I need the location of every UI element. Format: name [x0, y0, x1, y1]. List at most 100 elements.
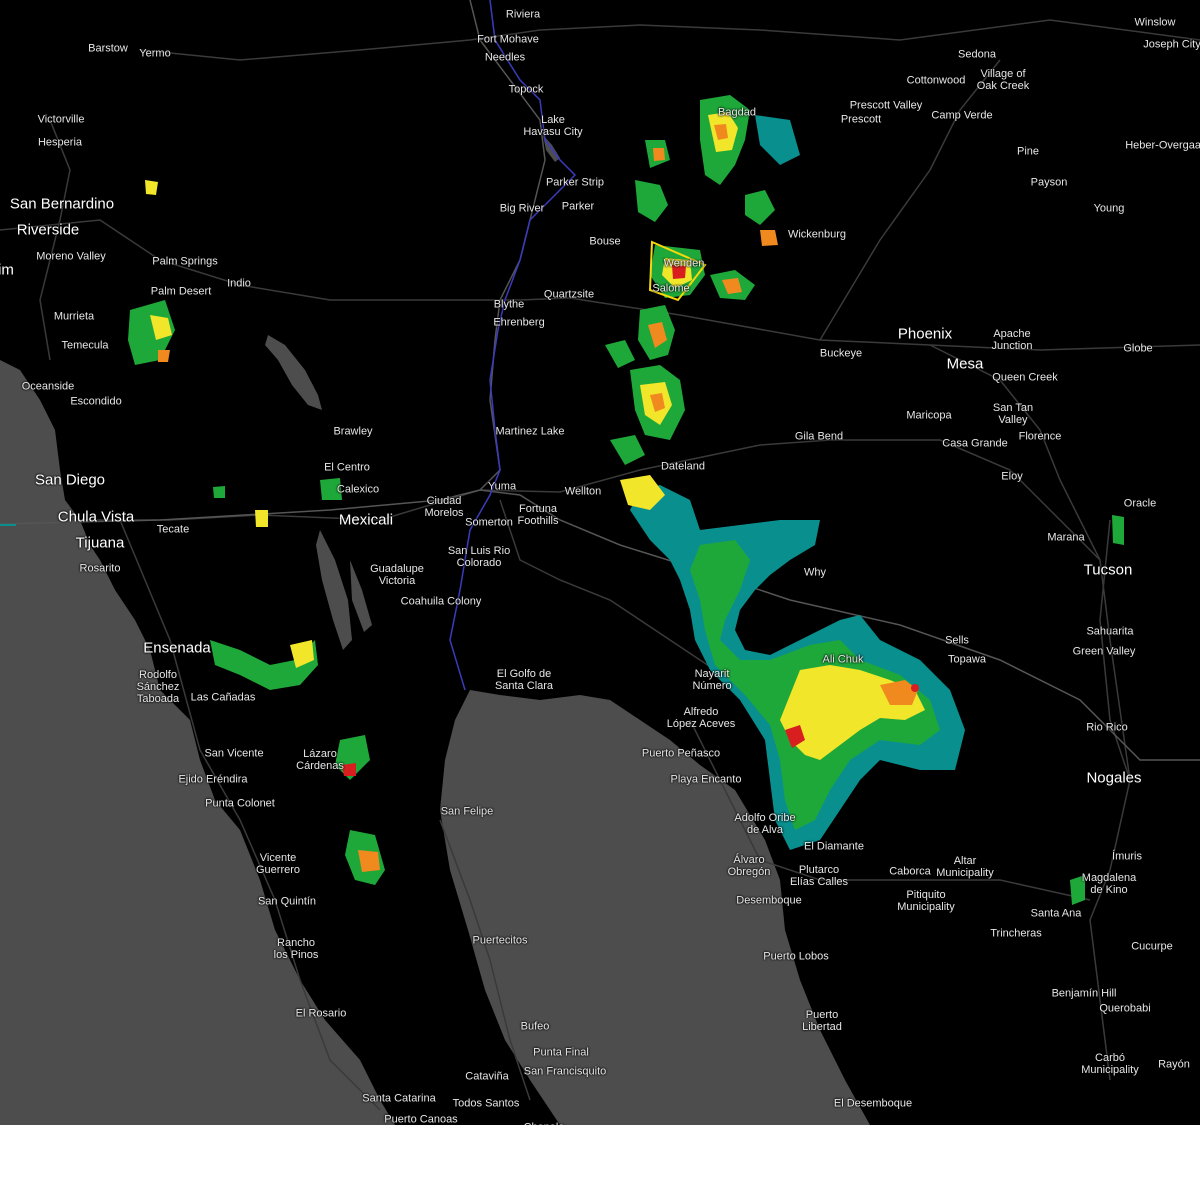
place-label: Lake Havasu City [523, 114, 583, 138]
place-label: Dateland [660, 460, 706, 473]
place-label: Green Valley [1072, 645, 1136, 658]
place-label: Temecula [61, 339, 109, 352]
radar-cell [911, 684, 919, 692]
place-label: Ensenada [143, 639, 211, 657]
place-label: Mesa [946, 355, 984, 373]
place-label: San Tan Valley [992, 402, 1034, 426]
place-label: Lázaro Cárdenas [296, 748, 344, 772]
radar-cell [653, 148, 665, 161]
place-label: Wenden [663, 257, 705, 270]
place-label: Querobabi [1099, 1002, 1151, 1015]
place-label: Ejido Eréndira [178, 773, 248, 786]
place-label: Parker [561, 200, 595, 213]
place-label: Tucson [1083, 561, 1133, 579]
place-label: San Felipe [440, 805, 494, 818]
radar-cell [755, 115, 800, 165]
place-label: Murrieta [53, 310, 95, 323]
place-label: Puerto Peñasco [641, 747, 721, 760]
place-label: Tecate [156, 523, 190, 536]
place-label: Bagdad [718, 106, 756, 119]
place-label: Martinez Lake [495, 425, 565, 438]
place-label: Hesperia [37, 136, 83, 149]
place-label: Santa Catarina [362, 1092, 436, 1105]
place-label: Riviera [505, 8, 541, 21]
place-label: Calexico [336, 483, 380, 496]
place-label: Palm Desert [150, 285, 212, 298]
place-label: Tijuana [75, 534, 125, 552]
place-label: Phoenix [897, 325, 953, 343]
radar-cell [610, 435, 645, 465]
place-label: Rio Rico [1086, 721, 1128, 734]
place-label: Altar Municipality [936, 855, 994, 879]
place-label: Heber-Overgaard [1125, 139, 1200, 152]
place-label: Buckeye [819, 347, 863, 360]
salton-sea [265, 335, 322, 410]
place-label: Sedona [958, 48, 996, 61]
place-label: Oracle [1123, 497, 1157, 510]
place-label: Ali Chuk [822, 653, 864, 666]
place-label: Topock [508, 83, 544, 96]
place-label: El Desemboque [833, 1097, 913, 1110]
place-label: Chapala [524, 1122, 565, 1125]
place-label: Caborca [889, 865, 931, 878]
place-label: Topawa [948, 653, 986, 666]
place-label: Puerto Lobos [763, 950, 829, 963]
place-label: San Diego [34, 471, 106, 489]
place-label: Riverside [16, 221, 80, 239]
place-label: Gila Bend [794, 430, 844, 443]
place-label: Ciudad Morelos [424, 495, 464, 519]
place-label: Apache Junction [991, 328, 1033, 352]
footer-area [0, 1125, 1200, 1200]
place-label: Winslow [1134, 16, 1176, 29]
place-label: Álvaro Obregón [727, 854, 771, 878]
place-label: El Diamante [804, 840, 864, 853]
place-label: Ehrenberg [493, 316, 545, 329]
place-label: Prescott Valley [849, 99, 923, 112]
place-label: Pitiquito Municipality [897, 889, 955, 913]
place-label: Adolfo Oribe de Alva [734, 812, 796, 836]
place-label: Indio [227, 277, 251, 290]
radar-cell [1112, 515, 1124, 545]
place-label: Rodolfo Sánchez Taboada [136, 669, 180, 705]
place-label: Quartzsite [543, 288, 595, 301]
place-label: Coahuila Colony [400, 595, 482, 608]
place-label: Puerto Libertad [802, 1009, 842, 1033]
place-label: Palm Springs [152, 255, 218, 268]
ca-az-line [469, 0, 546, 491]
place-label: Somerton [465, 516, 513, 529]
place-label: Vicente Guerrero [255, 852, 301, 876]
radar-map[interactable]: Riviera Fort Mohave Needles Topock Lake Havas… [0, 0, 1200, 1125]
place-label: Victorville [37, 113, 85, 126]
place-label: Fortuna Foothills [517, 503, 559, 527]
place-label: Puerto Canoas [384, 1113, 458, 1125]
place-label: Bufeo [520, 1020, 550, 1033]
place-label: Cucurpe [1131, 940, 1173, 953]
radar-cell [745, 190, 775, 225]
place-label: Cataviña [465, 1070, 509, 1083]
place-label: Needles [484, 51, 526, 64]
place-label: Todos Santos [452, 1097, 520, 1110]
place-label: Carbó Municipality [1081, 1052, 1139, 1076]
place-label: Magdalena de Kino [1081, 872, 1137, 896]
place-label: Sells [945, 634, 969, 647]
map-base [0, 0, 1200, 1125]
place-label: El Centro [324, 461, 370, 474]
place-label: Marana [1047, 531, 1085, 544]
place-label: San Quintín [257, 895, 317, 908]
place-label: Rancho los Pinos [273, 937, 319, 961]
place-label: Payson [1030, 176, 1068, 189]
place-label: Queen Creek [992, 371, 1058, 384]
place-label: Mexicali [338, 511, 394, 529]
place-label: Brawley [333, 425, 373, 438]
radar-cell [255, 510, 268, 527]
place-label: El Golfo de Santa Clara [494, 668, 554, 692]
place-label: Las Cañadas [190, 691, 256, 704]
place-label: Fort Mohave [477, 33, 539, 46]
place-label: Moreno Valley [36, 250, 106, 263]
place-label: Yermo [139, 47, 171, 60]
place-label: Salome [652, 282, 690, 295]
place-label: Young [1093, 202, 1125, 215]
place-label: Maricopa [906, 409, 952, 422]
place-label: Florence [1018, 430, 1062, 443]
place-label: Big River [499, 202, 545, 215]
